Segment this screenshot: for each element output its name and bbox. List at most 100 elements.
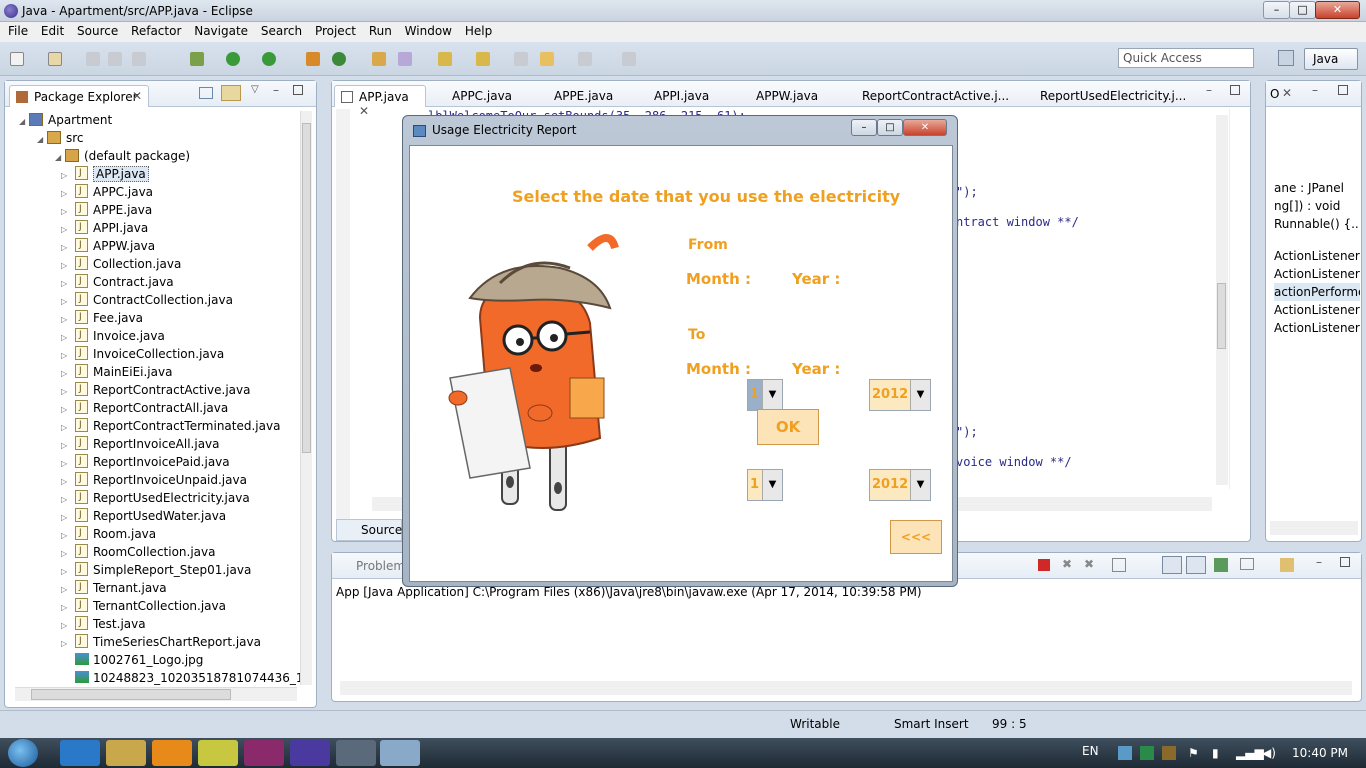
tree-image-file[interactable]: 1002761_Logo.jpg [5, 651, 301, 669]
tree-project[interactable]: ◢ Apartment [5, 111, 301, 129]
tree-java-file[interactable]: ▷APPW.java [5, 236, 301, 255]
show-console-output-icon[interactable] [1162, 556, 1182, 574]
minimize-button[interactable]: – [1263, 1, 1290, 19]
collapse-all-icon[interactable] [199, 87, 213, 99]
tray-app-icon[interactable] [1118, 746, 1132, 760]
tree-java-file[interactable]: ▷ReportUsedElectricity.java [5, 488, 301, 507]
outline-item[interactable]: ActionListener( [1274, 319, 1360, 337]
tab-appi-java[interactable]: APPE.java [554, 89, 613, 103]
tree-java-file[interactable]: ▷APP.java [5, 164, 301, 183]
outline-item[interactable]: ane : JPanel [1274, 179, 1360, 197]
outline-item[interactable]: ActionListener( [1274, 247, 1360, 265]
tree-java-file[interactable]: ▷APPI.java [5, 218, 301, 237]
remove-all-icon[interactable]: ✖ [1084, 557, 1094, 571]
eclipse-taskbar-icon[interactable] [290, 740, 330, 766]
app-taskbar-icon[interactable] [336, 740, 376, 766]
minimize-view-icon[interactable]: – [1316, 555, 1322, 569]
last-edit-icon[interactable] [514, 52, 528, 66]
menu-search[interactable]: Search [253, 22, 302, 38]
tree-default-package[interactable]: ◢ (default package) [5, 147, 301, 165]
tree-java-file[interactable]: ▷ReportInvoicePaid.java [5, 452, 301, 471]
new-class-icon[interactable] [306, 52, 320, 66]
tree-java-file[interactable]: ▷ReportContractTerminated.java [5, 416, 301, 435]
link-editor-icon[interactable] [221, 85, 241, 101]
print-icon[interactable] [132, 52, 146, 66]
menu-project[interactable]: Project [307, 22, 356, 38]
winrar-icon[interactable] [244, 740, 284, 766]
tree-java-file[interactable]: ▷RoomCollection.java [5, 542, 301, 561]
forward-icon[interactable] [578, 52, 592, 66]
tree-java-file[interactable]: ▷MainEiEi.java [5, 362, 301, 381]
java-app-taskbar-icon[interactable] [380, 740, 420, 766]
back-button[interactable]: <<< [890, 520, 942, 554]
menu-refactor[interactable]: Refactor [123, 22, 181, 38]
open-type-icon[interactable] [372, 52, 386, 66]
tree-java-file[interactable]: ▷Test.java [5, 614, 301, 633]
tree-java-file[interactable]: ▷SimpleReport_Step01.java [5, 560, 301, 579]
menu-run[interactable]: Run [361, 22, 392, 38]
menu-navigate[interactable]: Navigate [186, 22, 248, 38]
language-indicator[interactable]: EN [1082, 744, 1099, 758]
save-all-icon[interactable] [108, 52, 122, 66]
dialog-close-button[interactable]: ✕ [903, 119, 947, 136]
tree-java-file[interactable]: ▷Room.java [5, 524, 301, 543]
menu-help[interactable]: Help [457, 22, 492, 38]
horizontal-scrollbar[interactable] [15, 687, 297, 701]
close-button[interactable]: ✕ [1315, 1, 1360, 19]
tab-outline[interactable]: O [1270, 87, 1279, 101]
start-button[interactable] [8, 739, 38, 767]
pin-console-icon[interactable] [1214, 558, 1228, 572]
tree-java-file[interactable]: ▷ContractCollection.java [5, 290, 301, 309]
tree-java-file[interactable]: ▷ReportInvoiceUnpaid.java [5, 470, 301, 489]
debug-icon[interactable] [190, 52, 204, 66]
tray-app-icon[interactable] [1140, 746, 1154, 760]
tree-java-file[interactable]: ▷ReportUsedWater.java [5, 506, 301, 525]
show-console-error-icon[interactable] [1186, 556, 1206, 574]
maximize-view-icon[interactable] [1338, 85, 1348, 95]
close-icon[interactable]: ✕ [132, 89, 142, 103]
clock[interactable]: 10:40 PM [1292, 746, 1348, 760]
tab-report-contract-active[interactable]: ReportContractActive.j... [862, 89, 1009, 103]
view-menu-icon[interactable]: ▽ [251, 84, 259, 95]
ok-button[interactable]: OK [757, 409, 819, 445]
close-icon[interactable]: ✕ [1282, 86, 1292, 100]
tree-java-file[interactable]: ▷ReportInvoiceAll.java [5, 434, 301, 453]
maximize-button[interactable]: □ [1289, 1, 1316, 19]
display-console-icon[interactable] [1240, 558, 1254, 570]
minimize-view-icon[interactable]: – [1206, 83, 1212, 97]
run-icon[interactable] [226, 52, 240, 66]
search-icon[interactable] [398, 52, 412, 66]
maximize-view-icon[interactable] [1340, 557, 1350, 567]
close-icon[interactable]: ✕ [359, 104, 369, 118]
dialog-maximize-button[interactable]: □ [877, 119, 903, 136]
tab-report-used-electricity[interactable]: ReportUsedElectricity.j... [1040, 89, 1186, 103]
new-icon[interactable] [10, 52, 24, 66]
menu-edit[interactable]: Edit [33, 22, 64, 38]
flag-icon[interactable]: ⚑ [1188, 746, 1199, 760]
tree-src[interactable]: ◢ src [5, 129, 301, 147]
tab-appc-java[interactable]: APPC.java [452, 89, 512, 103]
tree-java-file[interactable]: ▷Ternant.java [5, 578, 301, 597]
tab-appw-java[interactable]: APPW.java [756, 89, 818, 103]
scroll-lock-icon[interactable] [1112, 558, 1126, 572]
chrome-icon[interactable] [198, 740, 238, 766]
save-icon[interactable] [86, 52, 100, 66]
open-perspective-icon[interactable] [1278, 50, 1294, 66]
tree-java-file[interactable]: ▷Collection.java [5, 254, 301, 273]
quick-access-input[interactable]: Quick Access [1118, 48, 1254, 68]
ie-icon[interactable] [60, 740, 100, 766]
tree-java-file[interactable]: ▷APPC.java [5, 182, 301, 201]
tree-image-file[interactable]: 10248823_10203518781074436_1599928 [5, 669, 301, 685]
menu-file[interactable]: File [0, 22, 28, 38]
menu-source[interactable]: Source [69, 22, 118, 38]
tree-java-file[interactable]: ▷ReportContractAll.java [5, 398, 301, 417]
outline-item[interactable]: Runnable() {...} [1274, 215, 1360, 233]
remove-launch-icon[interactable]: ✖ [1062, 557, 1072, 571]
minimize-view-icon[interactable]: – [1312, 83, 1318, 97]
tree-java-file[interactable]: ▷Fee.java [5, 308, 301, 327]
external-tools-icon[interactable] [262, 52, 276, 66]
outline-item[interactable]: ActionListener( [1274, 301, 1360, 319]
console-horizontal-scrollbar[interactable] [340, 681, 1352, 695]
tree-java-file[interactable]: ▷Contract.java [5, 272, 301, 291]
back-icon[interactable] [540, 52, 554, 66]
